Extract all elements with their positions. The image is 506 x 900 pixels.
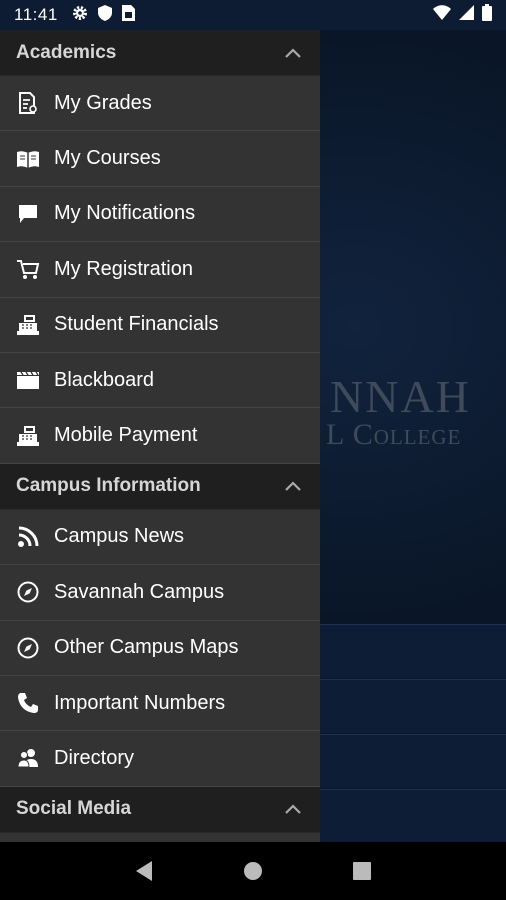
compass-icon [16,636,40,660]
drawer-item-blackboard[interactable]: Blackboard [0,352,320,409]
drawer-item-label: Campus News [54,525,185,548]
drawer-item-student-financials[interactable]: Student Financials [0,297,320,353]
background-logo-line1: NNAH [330,371,471,422]
drawer-item-label: Important Numbers [54,691,226,714]
cell-signal-icon [459,5,474,25]
people-icon [16,746,40,770]
clapperboard-icon [16,368,40,392]
recents-icon[interactable] [347,856,377,886]
chevron-up-icon[interactable] [282,42,304,64]
rss-icon [16,525,40,549]
drawer-item-label: Blackboard [54,368,155,391]
drawer-item-label: Savannah Campus [54,580,225,603]
drawer-item-my-grades[interactable]: My Grades [0,76,320,132]
phone-icon [16,691,40,715]
sim-card-icon [121,4,135,26]
chevron-up-icon[interactable] [282,798,304,820]
drawer-item-label: My Grades [54,91,152,114]
drawer-item-label: My Registration [54,257,193,280]
cash-register-icon [16,313,40,337]
drawer-item-label: Student Financials [54,313,219,336]
drawer-item-label: My Notifications [54,202,196,225]
grades-icon [16,91,40,115]
drawer-item-my-notifications[interactable]: My Notifications [0,186,320,243]
drawer-item-mobile-payment[interactable]: Mobile Payment [0,408,320,464]
drawer-item-label: Mobile Payment [54,424,198,447]
book-icon [16,147,40,171]
shield-icon [97,4,112,26]
compass-icon [16,580,40,604]
cash-register-icon [16,424,40,448]
background-logo-line2: L College [326,418,462,451]
section-header-campus-information[interactable]: Campus Information [0,463,320,510]
drawer-item-savannah-campus[interactable]: Savannah Campus [0,565,320,621]
chat-bubble-icon [16,202,40,226]
drawer-item-label: Directory [54,746,135,769]
drawer-item-label: Other Campus Maps [54,636,239,659]
status-time: 11:41 [14,5,58,24]
battery-icon [482,4,492,26]
section-title: Academics [16,41,117,63]
drawer-item-other-campus-maps[interactable]: Other Campus Maps [0,620,320,676]
drawer-item-label: My Courses [54,147,161,170]
drawer-item-partial[interactable] [0,832,320,842]
section-header-social-media[interactable]: Social Media [0,786,320,833]
status-bar: 11:41 [0,0,506,30]
gear-icon [72,5,88,26]
system-nav-bar [0,842,506,900]
drawer-item-my-courses[interactable]: My Courses [0,131,320,187]
navigation-drawer: Academics My Grades My Courses My Notifi… [0,30,320,842]
section-header-academics[interactable]: Academics [0,30,320,76]
home-icon[interactable] [238,856,268,886]
cart-icon [16,257,40,281]
chevron-up-icon[interactable] [282,475,304,497]
section-title: Social Media [16,798,132,820]
section-title: Campus Information [16,475,201,497]
drawer-item-campus-news[interactable]: Campus News [0,509,320,566]
back-icon[interactable] [129,856,159,886]
wifi-icon [433,5,451,25]
drawer-item-directory[interactable]: Directory [0,731,320,787]
drawer-item-my-registration[interactable]: My Registration [0,242,320,298]
drawer-item-important-numbers[interactable]: Important Numbers [0,675,320,732]
